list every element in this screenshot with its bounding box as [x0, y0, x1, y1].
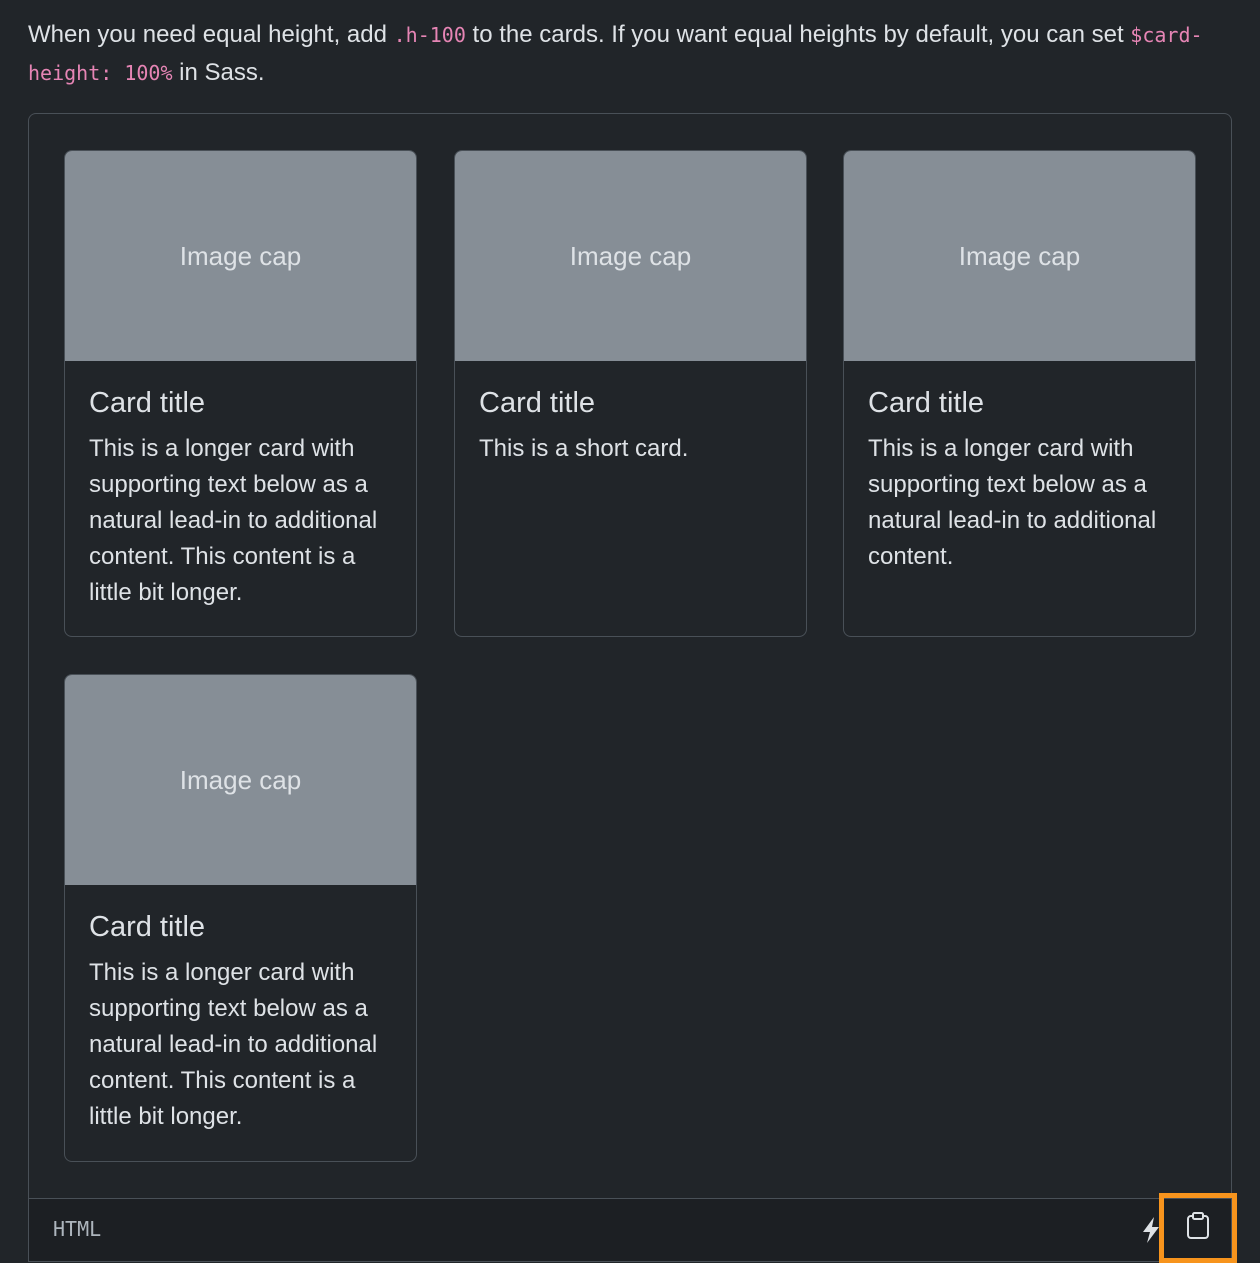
card-body: Card title This is a short card. — [455, 361, 806, 467]
card-text: This is a longer card with supporting te… — [89, 435, 378, 606]
intro-paragraph: When you need equal height, add .h-100 t… — [28, 16, 1238, 92]
card: Image cap Card title This is a longer ca… — [64, 150, 417, 637]
image-cap-label: Image cap — [179, 240, 302, 271]
card-title: Card title — [479, 387, 596, 419]
intro-text-2: to the cards. If you want equal heights … — [465, 21, 1131, 48]
code-language-label: HTML — [53, 1217, 102, 1241]
card-title: Card title — [868, 387, 985, 419]
image-cap-label: Image cap — [958, 240, 1081, 271]
card-text: This is a short card. — [479, 435, 689, 462]
card: Image cap Card title This is a short car… — [454, 150, 807, 637]
card-image-cap: Image cap — [65, 151, 416, 361]
image-cap-label: Image cap — [569, 240, 692, 271]
card-image-cap: Image cap — [844, 151, 1195, 361]
image-cap-label: Image cap — [179, 764, 302, 795]
card-body: Card title This is a longer card with su… — [65, 361, 416, 611]
intro-text-3: in Sass. — [172, 59, 265, 86]
card-title: Card title — [89, 387, 206, 419]
card: Image cap Card title This is a longer ca… — [64, 674, 417, 1162]
card-image-cap: Image cap — [455, 151, 806, 361]
intro-text-1: When you need equal height, add — [28, 21, 394, 48]
card-text: This is a longer card with supporting te… — [868, 435, 1157, 570]
card-text: This is a longer card with supporting te… — [89, 959, 378, 1130]
card-title: Card title — [89, 911, 206, 943]
code-snippet-header: HTML — [28, 1193, 1237, 1263]
copy-button[interactable] — [1159, 1193, 1237, 1263]
card: Image cap Card title This is a longer ca… — [843, 150, 1196, 637]
card-image-cap: Image cap — [65, 675, 416, 885]
code-h-100: .h-100 — [393, 23, 466, 47]
clipboard-icon — [1185, 1211, 1211, 1245]
card-body: Card title This is a longer card with su… — [844, 361, 1195, 575]
card-body: Card title This is a longer card with su… — [65, 885, 416, 1135]
